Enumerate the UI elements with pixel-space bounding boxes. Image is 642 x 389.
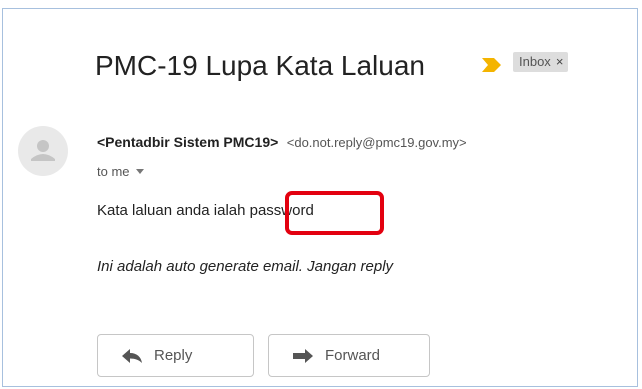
forward-button[interactable]: Forward — [268, 334, 430, 377]
email-body-password-line: Kata laluan anda ialah password — [97, 202, 314, 219]
sender-line: <Pentadbir Sistem PMC19> <do.not.reply@p… — [97, 134, 467, 152]
inbox-label-chip: Inbox × — [513, 52, 569, 72]
sender-email: <do.not.reply@pmc19.gov.my> — [286, 135, 467, 150]
sender-name[interactable]: <Pentadbir Sistem PMC19> — [97, 134, 278, 150]
avatar-person-icon — [31, 140, 55, 161]
sender-avatar[interactable] — [18, 126, 68, 176]
reply-icon — [122, 348, 142, 363]
to-label: to me — [97, 164, 130, 179]
forward-label: Forward — [325, 347, 381, 364]
close-icon[interactable]: × — [556, 52, 564, 72]
forward-icon — [293, 348, 313, 363]
important-marker-icon[interactable] — [482, 58, 501, 72]
password-highlight-annotation — [285, 191, 384, 235]
email-subject: PMC-19 Lupa Kata Laluan — [95, 50, 425, 81]
reply-label: Reply — [154, 347, 193, 364]
chevron-down-icon — [135, 169, 144, 174]
email-body-auto-notice: Ini adalah auto generate email. Jangan r… — [97, 258, 394, 275]
top-cutoff-strip — [0, 0, 642, 8]
reply-button[interactable]: Reply — [97, 334, 254, 377]
inbox-label-text: Inbox — [519, 54, 551, 69]
recipient-details-toggle[interactable]: to me — [97, 164, 144, 179]
